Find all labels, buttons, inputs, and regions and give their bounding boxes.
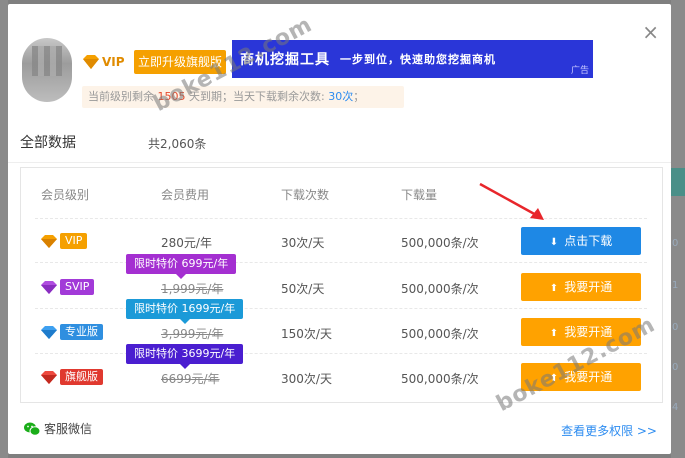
promo-tag-flagship: 限时特价 3699元/年	[126, 344, 244, 369]
price: 6699元/年	[161, 372, 220, 386]
table-header: 会员级别 会员费用 下载次数 下载量	[21, 186, 662, 206]
tier-badge-pro: 专业版	[41, 323, 103, 341]
table-row: SVIP 1,999元/年 50次/天 500,000条/次 ⬆ 我要开通	[21, 265, 662, 309]
tier-label: VIP	[60, 233, 88, 249]
diamond-icon	[41, 370, 57, 384]
background-left	[0, 0, 8, 458]
button-label: 我要开通	[564, 325, 613, 339]
price: 1,999元/年	[161, 282, 224, 296]
red-arrow-annotation	[479, 182, 544, 220]
membership-table: 会员级别 会员费用 下载次数 下载量 VIP 280元/年 30次/天 500,…	[20, 167, 663, 403]
download-count: 150次/天	[281, 327, 332, 341]
background-number: 1	[672, 280, 679, 291]
button-label: 我要开通	[564, 280, 613, 294]
background-number: 0	[672, 238, 679, 249]
quota-count: 30次	[328, 90, 354, 103]
close-icon[interactable]: ×	[642, 22, 659, 42]
background-accent	[671, 168, 685, 196]
column-header: 会员级别	[41, 188, 90, 202]
background-number: 0	[672, 322, 679, 333]
quota-info: 当前级别剩余 1505 天到期；当天下载剩余次数: 30次；	[82, 86, 404, 108]
quota-days: 1505	[157, 90, 186, 103]
tier-badge-vip: VIP	[41, 232, 88, 250]
quota-prefix: 当前级别剩余	[88, 90, 154, 103]
wechat-icon	[24, 422, 40, 436]
background-number: 0	[672, 362, 679, 373]
wechat-service[interactable]: 客服微信	[24, 420, 92, 437]
view-more-link[interactable]: 查看更多权限 >>	[561, 422, 657, 439]
current-vip-badge: VIP	[82, 52, 125, 72]
price: 280元/年	[161, 236, 212, 250]
diamond-icon	[82, 55, 100, 69]
download-icon: ⬇	[549, 237, 559, 248]
diamond-icon	[41, 325, 57, 339]
ad-banner[interactable]: 商机挖掘工具 一步到位，快速助您挖掘商机 广告	[232, 40, 593, 78]
arrow-up-icon: ⬆	[549, 283, 559, 294]
tier-badge-flagship: 旗舰版	[41, 368, 103, 386]
avatar[interactable]	[22, 38, 72, 102]
membership-dialog: × VIP 立即升级旗舰版 商机挖掘工具 一步到位，快速助您挖掘商机 广告 当前…	[8, 4, 671, 454]
ad-subtitle: 一步到位，快速助您挖掘商机	[340, 53, 496, 66]
download-volume: 500,000条/次	[401, 327, 479, 341]
vip-label: VIP	[102, 55, 125, 69]
column-header: 下载量	[401, 188, 438, 202]
price: 3,999元/年	[161, 327, 224, 341]
download-volume: 500,000条/次	[401, 372, 479, 386]
download-volume: 500,000条/次	[401, 236, 479, 250]
activate-button[interactable]: ⬆ 我要开通	[521, 363, 641, 391]
button-label: 点击下载	[564, 234, 613, 248]
table-row: 专业版 3,999元/年 150次/天 500,000条/次 ⬆ 我要开通	[21, 310, 662, 354]
column-header: 下载次数	[281, 188, 330, 202]
activate-button[interactable]: ⬆ 我要开通	[521, 318, 641, 346]
arrow-up-icon: ⬆	[549, 373, 559, 384]
promo-tag-pro: 限时特价 1699元/年	[126, 299, 244, 324]
download-count: 300次/天	[281, 372, 332, 386]
download-button[interactable]: ⬇ 点击下载	[521, 227, 641, 255]
upgrade-button[interactable]: 立即升级旗舰版	[134, 50, 226, 74]
download-volume: 500,000条/次	[401, 282, 479, 296]
table-row: VIP 280元/年 30次/天 500,000条/次 ⬇ 点击下载	[21, 219, 662, 263]
quota-mid: 天到期；当天下载剩余次数:	[189, 90, 325, 103]
diamond-icon	[41, 234, 57, 248]
column-header: 会员费用	[161, 188, 210, 202]
download-count: 50次/天	[281, 282, 325, 296]
wechat-label: 客服微信	[44, 422, 93, 436]
activate-button[interactable]: ⬆ 我要开通	[521, 273, 641, 301]
quota-suffix: ；	[353, 90, 365, 103]
background-number: 4	[672, 402, 679, 413]
divider	[8, 162, 671, 163]
section-title: 全部数据	[20, 135, 76, 151]
download-count: 30次/天	[281, 236, 325, 250]
tier-label: 旗舰版	[60, 369, 103, 385]
button-label: 我要开通	[564, 370, 613, 384]
diamond-icon	[41, 280, 57, 294]
ad-tag: 广告	[570, 66, 589, 76]
arrow-up-icon: ⬆	[549, 328, 559, 339]
record-count: 共2,060条	[148, 137, 207, 151]
tier-label: SVIP	[60, 279, 95, 295]
background-right	[671, 0, 685, 458]
table-row: 旗舰版 6699元/年 300次/天 500,000条/次 ⬆ 我要开通	[21, 355, 662, 399]
ad-title: 商机挖掘工具	[240, 52, 330, 68]
tier-label: 专业版	[60, 324, 103, 340]
tier-badge-svip: SVIP	[41, 278, 95, 296]
promo-tag-svip: 限时特价 699元/年	[126, 254, 237, 279]
